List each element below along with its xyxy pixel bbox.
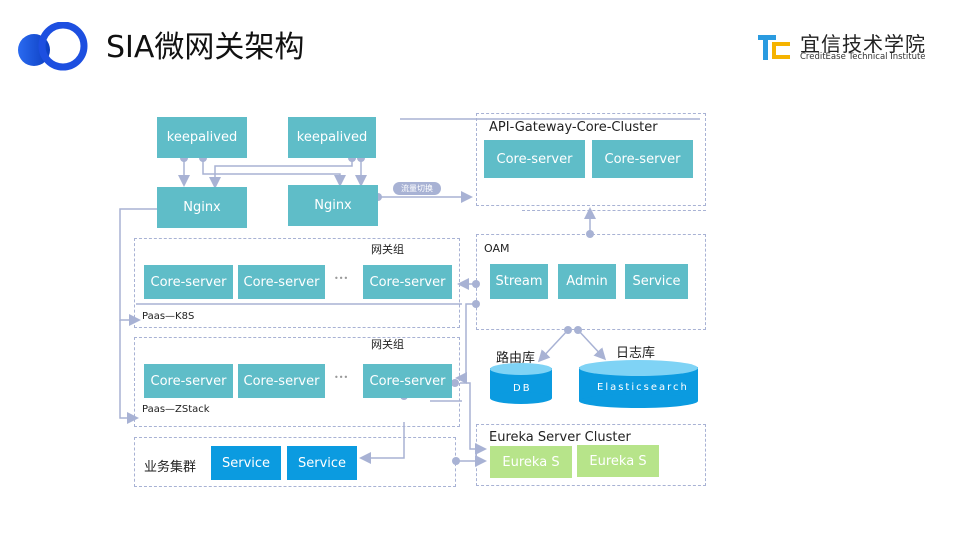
node-label: Service: [221, 455, 271, 471]
node-label: Core-server: [150, 274, 227, 290]
node-label: Eureka S: [502, 454, 560, 470]
node-label: Core-server: [604, 151, 681, 167]
api-core-server-1: Core-server: [484, 140, 585, 178]
gateway-group-2-title: 网关组: [371, 338, 404, 351]
node-label: Core-server: [496, 151, 573, 167]
node-label: Core-server: [243, 274, 320, 290]
divider: [522, 210, 706, 211]
gateway-group-1-title: 网关组: [371, 243, 404, 256]
node-label: Service: [632, 274, 681, 289]
eureka-server-1: Eureka S: [490, 446, 572, 478]
keepalived-node-2: keepalived: [288, 117, 376, 158]
oam-stream: Stream: [490, 264, 548, 299]
log-db-name: Elasticsearch: [597, 382, 689, 393]
eureka-cluster-title: Eureka Server Cluster: [489, 430, 631, 445]
oam-service: Service: [625, 264, 688, 299]
node-label: Service: [297, 455, 347, 471]
g2-core-server-3: Core-server: [363, 364, 452, 398]
node-label: Admin: [566, 274, 608, 289]
eureka-server-2: Eureka S: [577, 445, 659, 477]
node-label: Nginx: [183, 200, 221, 215]
ellipsis: •••: [334, 373, 349, 382]
node-label: Core-server: [369, 274, 446, 290]
business-service-2: Service: [287, 446, 357, 480]
node-label: Eureka S: [589, 453, 647, 469]
keepalived-node-1: keepalived: [157, 117, 247, 158]
g2-core-server-2: Core-server: [238, 364, 325, 398]
g1-core-server-3: Core-server: [363, 265, 452, 299]
node-label: keepalived: [166, 130, 238, 145]
node-label: Stream: [495, 274, 543, 289]
platform-zstack-label: Paas—ZStack: [142, 404, 210, 415]
traffic-switch-tag: 流量切换: [393, 182, 441, 195]
node-label: Core-server: [369, 373, 446, 389]
g1-core-server-2: Core-server: [238, 265, 325, 299]
business-cluster-title: 业务集群: [144, 460, 197, 475]
nginx-node-1: Nginx: [157, 187, 247, 228]
platform-k8s-label: Paas—K8S: [142, 311, 195, 322]
node-label: keepalived: [296, 130, 368, 145]
nginx-node-2: Nginx: [288, 185, 378, 226]
node-label: Core-server: [150, 373, 227, 389]
api-cluster-title: API-Gateway-Core-Cluster: [489, 120, 658, 135]
oam-title: OAM: [484, 242, 510, 255]
g1-core-server-1: Core-server: [144, 265, 233, 299]
api-core-server-2: Core-server: [592, 140, 693, 178]
g2-core-server-1: Core-server: [144, 364, 233, 398]
route-db-name: DB: [513, 383, 532, 394]
ellipsis: •••: [334, 274, 349, 283]
node-label: Core-server: [243, 373, 320, 389]
oam-admin: Admin: [558, 264, 616, 299]
node-label: Nginx: [314, 198, 352, 213]
business-service-1: Service: [211, 446, 281, 480]
